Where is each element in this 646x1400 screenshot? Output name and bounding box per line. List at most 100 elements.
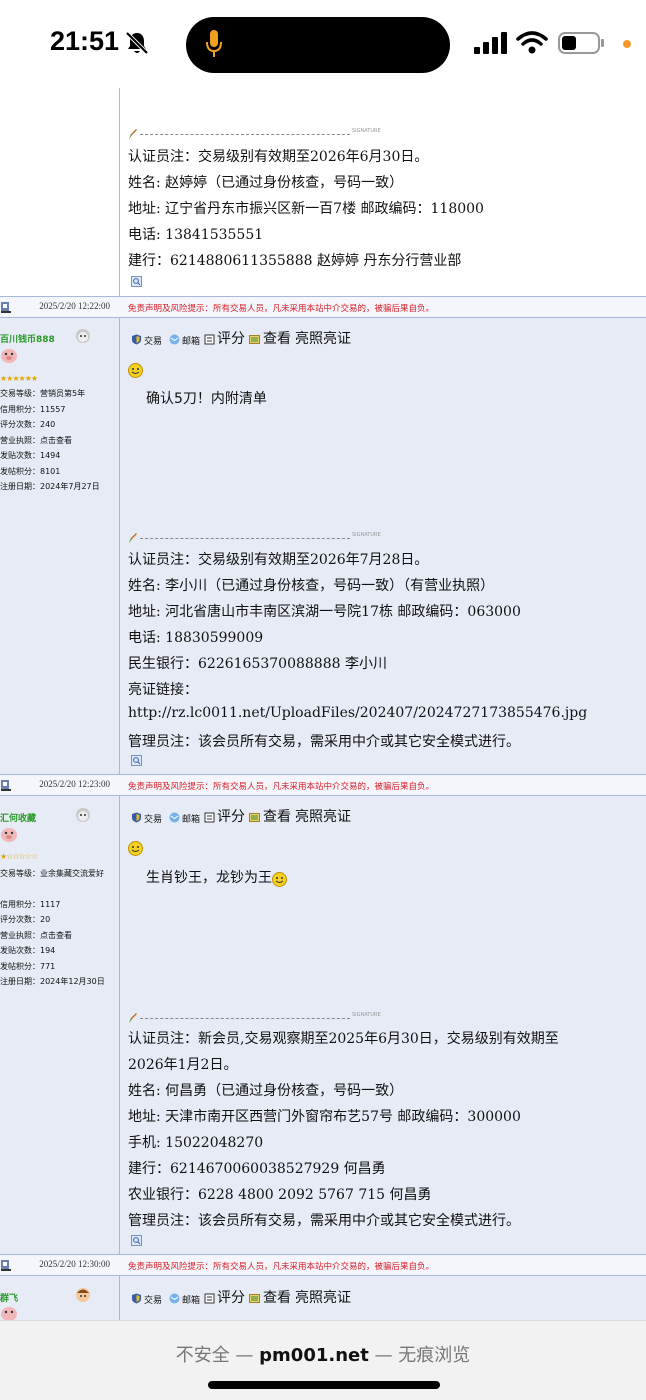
post-2-license-link[interactable]: http://rz.lc0011.net/UploadFiles/202407/… [128,705,587,721]
wifi-icon [516,31,548,54]
post-separator: 2025/2/20 12:23:00 免责声明及风险提示：所有交易人员，凡未采用… [0,774,646,796]
trade-shield-icon [132,1293,141,1304]
user-stat: 评分次数：240 [0,420,56,429]
post-separator: 2025/2/20 12:30:00 免责声明及风险提示：所有交易人员，凡未采用… [0,1254,646,1276]
post-2-admin-note: 管理员注：该会员所有交易，需采用中介或其它安全模式进行。 [128,734,520,750]
user-stat: 交易等级：业余集藏交流爱好 [0,869,104,878]
post-3-mobile: 手机: 15022048270 [128,1135,264,1151]
post-3-cert-note: 认证员注：新会员,交易观察期至2025年6月30日，交易级别有效期至 [128,1031,559,1047]
address-bar[interactable]: 不安全 — pm001.net — 无痕浏览 [0,1341,646,1367]
mailbox-button[interactable]: 邮箱 [182,1293,200,1306]
mail-icon [169,812,180,823]
post-2-license-label: 亮证链接： [128,682,198,698]
post-2-address: 地址: 河北省唐山市丰南区滨湖一号院17栋 邮政编码：063000 [128,604,521,620]
pencil-icon [129,129,137,139]
security-label: 不安全 — [175,1345,260,1366]
post-2-name: 姓名: 李小川（已通过身份核查，号码一致）（有营业执照） [128,578,495,594]
post-3-bank-abc: 农业银行：6228 4800 2092 5767 715 何昌勇 [128,1187,432,1203]
user-stat: 信用积分：1117 [0,900,61,909]
status-bar: 21:51 [0,0,646,88]
rate-button[interactable]: 评分 [217,328,245,348]
post-date: 2025/2/20 12:23:00 [39,779,110,789]
rate-button[interactable]: 评分 [217,1287,245,1307]
user-stat[interactable]: 营业执照：点击查看 [0,930,72,941]
user-stat: 发贴次数：1494 [0,451,61,460]
post-2-message: 确认5刀！内附清单 [146,391,267,407]
user-stat: 评分次数：20 [0,915,51,924]
post-1-name: 姓名: 赵婷婷（已通过身份核查，号码一致） [128,175,404,191]
domain-label: pm001.net [259,1345,369,1366]
license-button[interactable]: 亮照亮证 [295,328,351,348]
avatar [1,828,17,842]
license-button[interactable]: 亮照亮证 [295,1287,351,1307]
zoom-icon[interactable] [131,276,142,287]
post-4-toolbar: 交易 邮箱 评分 查看 亮照亮证 [131,1287,391,1309]
home-indicator[interactable] [208,1381,440,1389]
user-stat[interactable]: 营业执照：点击查看 [0,435,72,446]
view-icon [249,1294,260,1303]
post-separator: 2025/2/20 12:22:00 免责声明及风险提示：所有交易人员，凡未采用… [0,296,646,318]
mailbox-button[interactable]: 邮箱 [182,334,200,347]
view-button[interactable]: 查看 [263,806,291,826]
user-face-icon [76,808,90,822]
post-2-username[interactable]: 百川钱币888 [0,332,55,345]
status-time: 21:51 [50,26,120,56]
browser-bottom-bar: 不安全 — pm001.net — 无痕浏览 [0,1320,646,1400]
view-button[interactable]: 查看 [263,1287,291,1307]
mail-icon [169,334,180,345]
zoom-icon[interactable] [131,1235,142,1246]
rate-button[interactable]: 评分 [217,806,245,826]
view-button[interactable]: 查看 [263,328,291,348]
rating-stars: ★★★★★★ [0,374,38,383]
trade-button[interactable]: 交易 [144,812,162,825]
post-3-bank-ccb: 建行：6214670060038527929 何昌勇 [128,1161,386,1177]
rate-icon [204,812,215,823]
mail-icon [169,1293,180,1304]
post-3-admin-note: 管理员注：该会员所有交易，需采用中介或其它安全模式进行。 [128,1213,520,1229]
user-face-icon [76,329,90,343]
signature-divider: SIGNATURE [128,1012,398,1026]
trade-button[interactable]: 交易 [144,1293,162,1306]
pencil-icon [129,1013,137,1023]
post-2-user-sidebar [0,318,119,774]
user-stat: 信用积分：11557 [0,405,66,414]
disclaimer-warning: 免责声明及风险提示：所有交易人员，凡未采用本站中介交易的，被骗后果自负。 [128,782,435,792]
smiley-icon [128,841,143,856]
avatar [1,1307,17,1320]
trade-button[interactable]: 交易 [144,334,162,347]
signature-divider: SIGNATURE [128,128,398,142]
post-1-bank: 建行：6214880611355888 赵婷婷 丹东分行营业部 [128,253,462,269]
post-1-cert-note: 认证员注：交易级别有效期至2026年6月30日。 [128,149,429,165]
cellular-signal-icon [474,32,507,54]
rate-icon [204,1293,215,1304]
post-3-message: 生肖钞王，龙钞为王 [146,870,272,886]
post-date: 2025/2/20 12:22:00 [39,301,110,311]
user-stat: 发帖积分：8101 [0,467,61,476]
battery-icon [558,32,604,54]
license-button[interactable]: 亮照亮证 [295,806,351,826]
disclaimer-warning: 免责声明及风险提示：所有交易人员，凡未采用本站中介交易的，被骗后果自负。 [128,1262,435,1272]
post-2-cert-note: 认证员注：交易级别有效期至2026年7月28日。 [128,552,429,568]
mailbox-button[interactable]: 邮箱 [182,812,200,825]
post-2-toolbar: 交易 邮箱 评分 查看 亮照亮证 [131,328,391,350]
post-1-phone: 电话: 13841535551 [128,227,264,243]
user-stat: 发帖积分：771 [0,962,56,971]
post-3-address: 地址: 天津市南开区西营门外窗帘布艺57号 邮政编码：300000 [128,1109,521,1125]
disclaimer-warning: 免责声明及风险提示：所有交易人员，凡未采用本站中介交易的，被骗后果自负。 [128,304,435,314]
bell-slash-icon [125,31,149,55]
view-icon [249,335,260,344]
smiley-icon [128,363,143,378]
avatar [1,349,17,363]
post-3-username[interactable]: 汇何收藏 [0,811,36,824]
dynamic-island [186,17,450,73]
post-3-toolbar: 交易 邮箱 评分 查看 亮照亮证 [131,806,391,828]
post-2-phone: 电话: 18830599009 [128,630,264,646]
rate-icon [204,334,215,345]
post-4-username[interactable]: 群飞 [0,1291,18,1304]
post-date: 2025/2/20 12:30:00 [39,1259,110,1269]
user-face-icon [76,1288,90,1302]
trade-shield-icon [132,812,141,823]
post-3-user-sidebar [0,796,119,1254]
user-stat: 注册日期：2024年12月30日 [0,977,105,986]
zoom-icon[interactable] [131,755,142,766]
